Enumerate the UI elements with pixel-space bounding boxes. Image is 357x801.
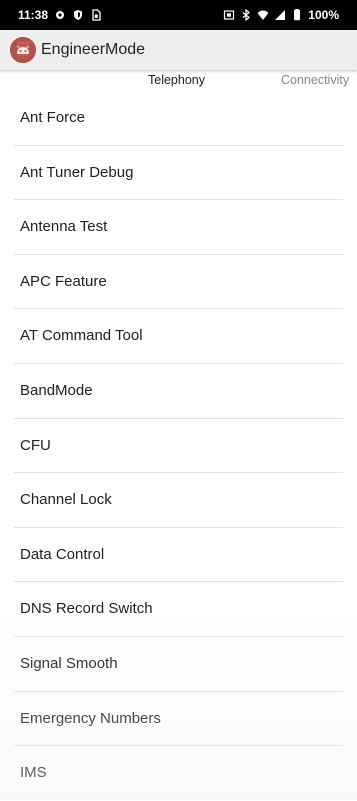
list-item-antenna-test[interactable]: Antenna Test bbox=[14, 200, 343, 255]
wifi-icon bbox=[257, 9, 269, 21]
shield-icon bbox=[72, 9, 84, 21]
settings-icon bbox=[54, 9, 66, 21]
list-item-label: Data Control bbox=[20, 545, 105, 563]
status-time: 11:38 bbox=[18, 8, 49, 22]
list-item-label: Signal Smooth bbox=[20, 654, 118, 672]
list-item-label: Channel Lock bbox=[20, 491, 112, 509]
list-item-signal-smooth[interactable]: Signal Smooth bbox=[14, 637, 343, 692]
list-item-label: APC Feature bbox=[20, 272, 107, 290]
app-title: EngineerMode bbox=[41, 41, 146, 58]
battery-percent: 100% bbox=[308, 8, 339, 22]
vibrate-icon bbox=[223, 9, 235, 21]
tab-bar: Telephony Connectivity bbox=[0, 70, 357, 92]
list-item-ims[interactable]: IMS bbox=[14, 746, 343, 801]
list-item-bandmode[interactable]: BandMode bbox=[14, 364, 343, 419]
list-item-emergency-numbers[interactable]: Emergency Numbers bbox=[14, 692, 343, 747]
list-item-label: Ant Force bbox=[20, 109, 86, 126]
status-left: 11:38 bbox=[18, 8, 102, 22]
list-item-ant-force[interactable]: Ant Force bbox=[14, 91, 343, 146]
app-bar: EngineerMode bbox=[0, 30, 357, 70]
battery-icon bbox=[291, 9, 303, 21]
list-item-label: AT Command Tool bbox=[20, 327, 143, 345]
list-item-at-command-tool[interactable]: AT Command Tool bbox=[14, 309, 343, 364]
tab-telephony[interactable]: Telephony bbox=[148, 73, 205, 87]
tab-connectivity[interactable]: Connectivity bbox=[281, 73, 349, 87]
sim-card-icon bbox=[90, 9, 102, 21]
status-bar: 11:38 100% bbox=[0, 0, 357, 30]
list-item-apc-feature[interactable]: APC Feature bbox=[14, 255, 343, 310]
list-item-label: CFU bbox=[20, 436, 51, 454]
list-item-label: Antenna Test bbox=[20, 218, 108, 236]
list-item-label: Emergency Numbers bbox=[20, 709, 161, 727]
list-item-dns-record-switch[interactable]: DNS Record Switch bbox=[14, 582, 343, 637]
bluetooth-icon bbox=[240, 9, 252, 21]
list-item-data-control[interactable]: Data Control bbox=[14, 528, 343, 583]
signal-icon bbox=[274, 9, 286, 21]
list-item-channel-lock[interactable]: Channel Lock bbox=[14, 473, 343, 528]
list-item-label: BandMode bbox=[20, 381, 93, 399]
list-item-label: DNS Record Switch bbox=[20, 600, 153, 618]
status-right: 100% bbox=[223, 8, 339, 22]
android-icon bbox=[10, 37, 36, 63]
list-item-ant-tuner-debug[interactable]: Ant Tuner Debug bbox=[14, 146, 343, 201]
list-item-label: IMS bbox=[20, 764, 47, 782]
list-item-label: Ant Tuner Debug bbox=[20, 163, 134, 181]
list-item-cfu[interactable]: CFU bbox=[14, 419, 343, 474]
menu-list: Ant Force Ant Tuner Debug Antenna Test A… bbox=[0, 91, 357, 801]
